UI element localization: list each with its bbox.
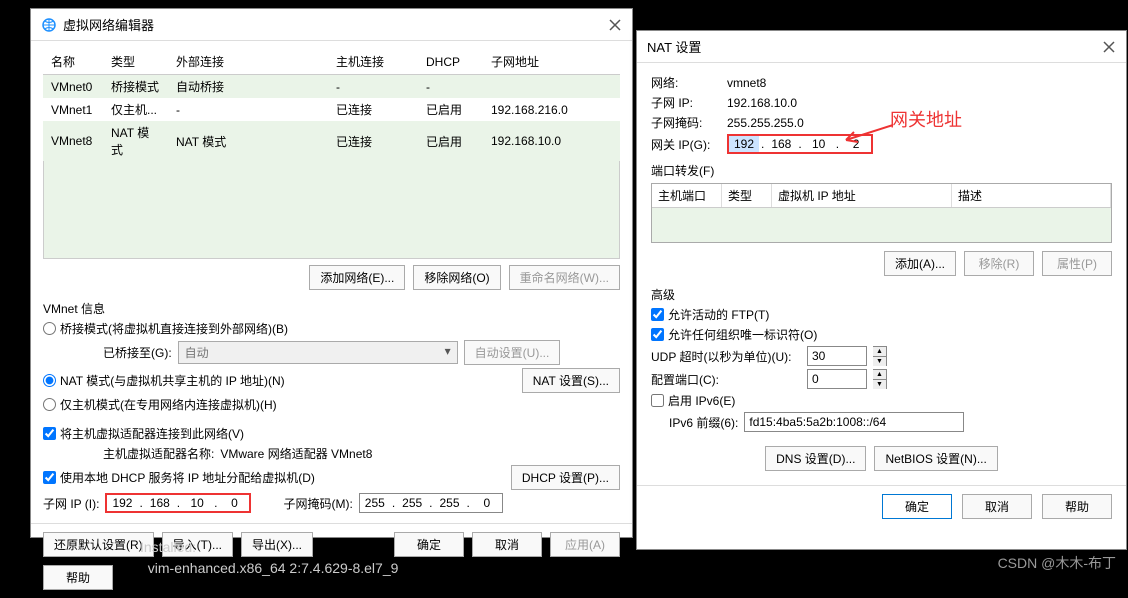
ok-button[interactable]: 确定 xyxy=(394,532,464,557)
use-dhcp-check[interactable]: 使用本地 DHCP 服务将 IP 地址分配给虚拟机(D) xyxy=(43,469,315,486)
dhcp-setting-button[interactable]: DHCP 设置(P)... xyxy=(511,465,620,490)
gateway-annotation: 网关地址 xyxy=(890,106,962,132)
ipv6-prefix-input[interactable] xyxy=(744,412,964,432)
port-remove-button[interactable]: 移除(R) xyxy=(964,251,1034,276)
bridged-to-label: 已桥接至(G): xyxy=(103,344,172,361)
port-props-button[interactable]: 属性(P) xyxy=(1042,251,1112,276)
config-port-spinner[interactable]: ▲▼ xyxy=(873,369,887,389)
port-forward-table[interactable]: 主机端口 类型 虚拟机 IP 地址 描述 xyxy=(651,183,1112,243)
network-globe-icon xyxy=(41,17,57,33)
network-actions: 添加网络(E)... 移除网络(O) 重命名网络(W)... xyxy=(31,259,632,296)
connect-adapter-check[interactable]: 将主机虚拟适配器连接到此网络(V) xyxy=(43,425,244,442)
restore-button[interactable]: 还原默认设置(R) xyxy=(43,532,154,557)
network-value: vmnet8 xyxy=(727,76,766,90)
nat-setting-button[interactable]: NAT 设置(S)... xyxy=(522,368,620,393)
network-table[interactable]: 名称 类型 外部连接 主机连接 DHCP 子网地址 VMnet0桥接模式自动桥接… xyxy=(43,49,620,161)
rename-network-button[interactable]: 重命名网络(W)... xyxy=(509,265,620,290)
dialog-title: NAT 设置 xyxy=(647,37,1102,56)
ipv6-enable-check[interactable]: 启用 IPv6(E) xyxy=(651,392,735,409)
cancel-button[interactable]: 取消 xyxy=(962,494,1032,519)
add-network-button[interactable]: 添加网络(E)... xyxy=(309,265,405,290)
virtual-network-editor-dialog: 虚拟网络编辑器 名称 类型 外部连接 主机连接 DHCP 子网地址 VMnet0… xyxy=(30,8,633,538)
subnet-ip-input[interactable]: ... xyxy=(105,493,251,513)
close-icon[interactable] xyxy=(1102,40,1116,54)
vmnet-info-section: VMnet 信息 桥接模式(将虚拟机直接连接到外部网络)(B) 已桥接至(G):… xyxy=(31,300,632,513)
help-button[interactable]: 帮助 xyxy=(1042,494,1112,519)
dialog-title: 虚拟网络编辑器 xyxy=(63,15,608,34)
subnet-mask-value: 255.255.255.0 xyxy=(727,116,804,130)
netbios-setting-button[interactable]: NetBIOS 设置(N)... xyxy=(874,446,997,471)
subnet-ip-label: 子网 IP (I): xyxy=(43,495,99,512)
subnet-ip-label: 子网 IP: xyxy=(651,94,721,111)
watermark: CSDN @木木-布丁 xyxy=(998,553,1116,573)
arrow-icon xyxy=(838,120,898,150)
apply-button[interactable]: 应用(A) xyxy=(550,532,620,557)
udp-timeout-spinner[interactable]: ▲▼ xyxy=(873,346,887,366)
col-type: 类型 xyxy=(103,49,168,75)
udp-timeout-label: UDP 超时(以秒为单位)(U): xyxy=(651,348,801,365)
remove-network-button[interactable]: 移除网络(O) xyxy=(413,265,500,290)
close-icon[interactable] xyxy=(608,18,622,32)
config-port-label: 配置端口(C): xyxy=(651,371,801,388)
subnet-mask-label: 子网掩码: xyxy=(651,114,721,131)
col-ext: 外部连接 xyxy=(168,49,328,75)
network-table-wrap: 名称 类型 外部连接 主机连接 DHCP 子网地址 VMnet0桥接模式自动桥接… xyxy=(31,41,632,259)
table-row[interactable]: VMnet1仅主机...-已连接已启用192.168.216.0 xyxy=(43,98,620,121)
port-forward-label: 端口转发(F) xyxy=(651,162,1112,179)
auto-setting-button[interactable]: 自动设置(U)... xyxy=(464,340,561,365)
bridge-mode-radio[interactable]: 桥接模式(将虚拟机直接连接到外部网络)(B) xyxy=(43,320,288,337)
port-add-button[interactable]: 添加(A)... xyxy=(884,251,956,276)
table-row[interactable]: VMnet8NAT 模式NAT 模式已连接已启用192.168.10.0 xyxy=(43,121,620,161)
ok-button[interactable]: 确定 xyxy=(882,494,952,519)
title-bar: NAT 设置 xyxy=(637,31,1126,63)
dns-setting-button[interactable]: DNS 设置(D)... xyxy=(765,446,866,471)
dialog-footer: 确定 取消 帮助 xyxy=(637,485,1126,527)
subnet-mask-input[interactable]: ... xyxy=(359,493,503,513)
subnet-ip-value: 192.168.10.0 xyxy=(727,96,797,110)
advanced-label: 高级 xyxy=(651,286,1112,303)
config-port-input[interactable] xyxy=(807,369,867,389)
adapter-name: VMware 网络适配器 VMnet8 xyxy=(220,445,372,462)
network-label: 网络: xyxy=(651,74,721,91)
allow-any-check[interactable]: 允许任何组织唯一标识符(O) xyxy=(651,326,817,343)
cancel-button[interactable]: 取消 xyxy=(472,532,542,557)
col-name: 名称 xyxy=(43,49,103,75)
host-only-radio[interactable]: 仅主机模式(在专用网络内连接虚拟机)(H) xyxy=(43,396,277,413)
nat-mode-radio[interactable]: NAT 模式(与虚拟机共享主机的 IP 地址)(N) xyxy=(43,372,285,389)
help-button[interactable]: 帮助 xyxy=(43,565,113,590)
vmnet-info-label: VMnet 信息 xyxy=(43,300,620,317)
subnet-mask-label: 子网掩码(M): xyxy=(283,495,352,512)
title-bar: 虚拟网络编辑器 xyxy=(31,9,632,41)
udp-timeout-input[interactable] xyxy=(807,346,867,366)
terminal-output: Installed: vim-enhanced.x86_64 2:7.4.629… xyxy=(140,538,398,581)
adapter-name-label: 主机虚拟适配器名称: xyxy=(103,445,214,462)
gateway-label: 网关 IP(G): xyxy=(651,136,721,153)
col-subnet: 子网地址 xyxy=(483,49,620,75)
allow-ftp-check[interactable]: 允许活动的 FTP(T) xyxy=(651,306,769,323)
bridged-select[interactable]: 自动 xyxy=(178,341,458,364)
col-host: 主机连接 xyxy=(328,49,418,75)
nat-settings-dialog: NAT 设置 网络: vmnet8 子网 IP: 192.168.10.0 子网掩码… xyxy=(636,30,1127,550)
table-row[interactable]: VMnet0桥接模式自动桥接-- xyxy=(43,75,620,99)
col-dhcp: DHCP xyxy=(418,49,483,75)
ipv6-prefix-label: IPv6 前缀(6): xyxy=(669,414,738,431)
